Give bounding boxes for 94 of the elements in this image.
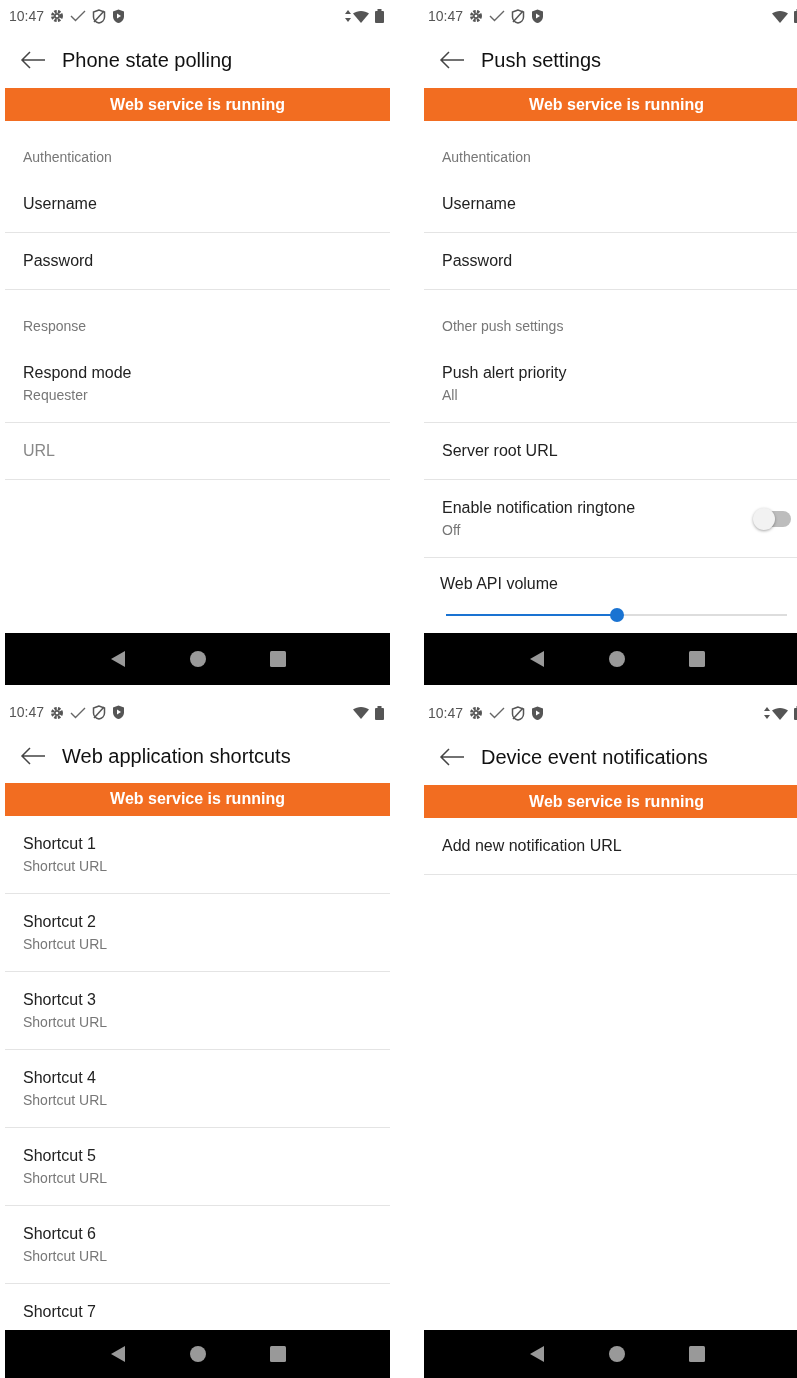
settings-row[interactable]: Server root URL: [424, 423, 797, 480]
recents-icon[interactable]: [269, 651, 286, 667]
settings-row[interactable]: Enable notification ringtone Off: [424, 480, 797, 558]
item-summary: Shortcut URL: [23, 1246, 108, 1266]
back-arrow-icon[interactable]: [439, 51, 465, 69]
slider-thumb[interactable]: [609, 608, 624, 622]
settings-row[interactable]: Shortcut 1 Shortcut URL: [5, 815, 390, 894]
back-icon[interactable]: [528, 650, 545, 668]
item-title: URL: [23, 441, 55, 461]
settings-row[interactable]: Password: [424, 233, 797, 290]
home-icon[interactable]: [189, 1346, 206, 1362]
home-icon[interactable]: [608, 1346, 625, 1362]
status-banner: Web service is running: [424, 88, 797, 121]
item-title: Password: [23, 251, 94, 271]
status-time: 10:47: [9, 703, 45, 723]
check-icon: [70, 10, 87, 22]
item-summary: All: [442, 386, 459, 405]
recents-icon[interactable]: [688, 651, 705, 667]
back-icon[interactable]: [109, 650, 126, 668]
item-title: Shortcut 4: [23, 1067, 97, 1088]
item-title: Shortcut 7: [23, 1301, 96, 1322]
settings-row[interactable]: Push alert priority All: [424, 345, 797, 423]
screen-title: Device event notifications: [481, 745, 708, 770]
shield-play-icon: [531, 705, 545, 721]
shield-slash-icon: [511, 705, 526, 721]
status-banner: Web service is running: [5, 88, 390, 121]
status-banner: Web service is running: [424, 785, 797, 818]
settings-row[interactable]: Respond mode Requester: [5, 345, 390, 423]
item-title: Web API volume: [440, 574, 559, 594]
shield-play-icon: [112, 705, 126, 721]
item-title: Add new notification URL: [442, 836, 622, 856]
item-title: Username: [23, 194, 97, 214]
back-icon[interactable]: [109, 1345, 126, 1363]
back-icon[interactable]: [528, 1345, 545, 1363]
gear-icon: [50, 9, 65, 23]
item-summary: Shortcut URL: [23, 1168, 108, 1188]
recents-icon[interactable]: [269, 1346, 286, 1362]
shield-play-icon: [112, 8, 126, 24]
status-banner: Web service is running: [5, 783, 390, 816]
status-time: 10:47: [428, 6, 464, 26]
item-title: Shortcut 6: [23, 1223, 97, 1244]
settings-row[interactable]: Shortcut 6 Shortcut URL: [5, 1205, 390, 1284]
settings-row[interactable]: Shortcut 2 Shortcut URL: [5, 893, 390, 972]
item-title: Shortcut 3: [23, 989, 97, 1010]
item-summary: Off: [442, 521, 462, 540]
battery-icon: [375, 705, 384, 720]
shield-play-icon: [531, 8, 545, 24]
toggle-switch[interactable]: [755, 510, 791, 527]
item-summary: Shortcut URL: [23, 934, 108, 954]
item-title: Shortcut 2: [23, 911, 97, 932]
gear-icon: [469, 706, 484, 720]
battery-icon: [375, 9, 384, 23]
home-icon[interactable]: [189, 651, 206, 667]
item-title: Push alert priority: [442, 363, 567, 383]
back-arrow-icon[interactable]: [20, 746, 46, 765]
item-title: Shortcut 5: [23, 1145, 97, 1166]
item-title: Respond mode: [23, 363, 132, 383]
item-summary: Shortcut URL: [23, 1090, 108, 1110]
settings-row[interactable]: Add new notification URL: [424, 818, 797, 875]
shield-slash-icon: [92, 8, 107, 24]
item-title: Username: [442, 194, 516, 214]
back-arrow-icon[interactable]: [20, 51, 46, 69]
gear-icon: [469, 9, 484, 23]
home-icon[interactable]: [608, 651, 625, 667]
item-title: Password: [442, 251, 513, 271]
section-header: Authentication: [441, 148, 532, 167]
shield-slash-icon: [92, 705, 107, 721]
item-summary: Shortcut URL: [23, 856, 108, 876]
settings-row[interactable]: Username: [5, 176, 390, 233]
back-arrow-icon[interactable]: [439, 748, 465, 766]
settings-row[interactable]: Shortcut 4 Shortcut URL: [5, 1049, 390, 1128]
screen-title: Web application shortcuts: [62, 743, 291, 769]
status-time: 10:47: [428, 703, 464, 723]
settings-row[interactable]: Shortcut 5 Shortcut URL: [5, 1127, 390, 1206]
check-icon: [489, 10, 506, 22]
check-icon: [489, 707, 506, 719]
screen-title: Push settings: [481, 48, 602, 73]
settings-row[interactable]: Password: [5, 233, 390, 290]
recents-icon[interactable]: [688, 1346, 705, 1362]
section-header: Response: [22, 317, 88, 336]
status-time: 10:47: [9, 6, 45, 26]
shield-slash-icon: [511, 8, 526, 24]
item-summary: Shortcut URL: [23, 1012, 108, 1032]
item-title: Enable notification ringtone: [442, 498, 636, 518]
gear-icon: [50, 705, 65, 720]
section-header: Other push settings: [441, 317, 565, 336]
item-title: Server root URL: [442, 441, 558, 461]
check-icon: [70, 706, 87, 719]
settings-row[interactable]: Shortcut 3 Shortcut URL: [5, 971, 390, 1050]
screen-title: Phone state polling: [62, 48, 233, 73]
item-summary: Requester: [23, 386, 89, 405]
item-title: Shortcut 1: [23, 833, 97, 854]
section-header: Authentication: [22, 148, 113, 167]
settings-row[interactable]: Username: [424, 176, 797, 233]
